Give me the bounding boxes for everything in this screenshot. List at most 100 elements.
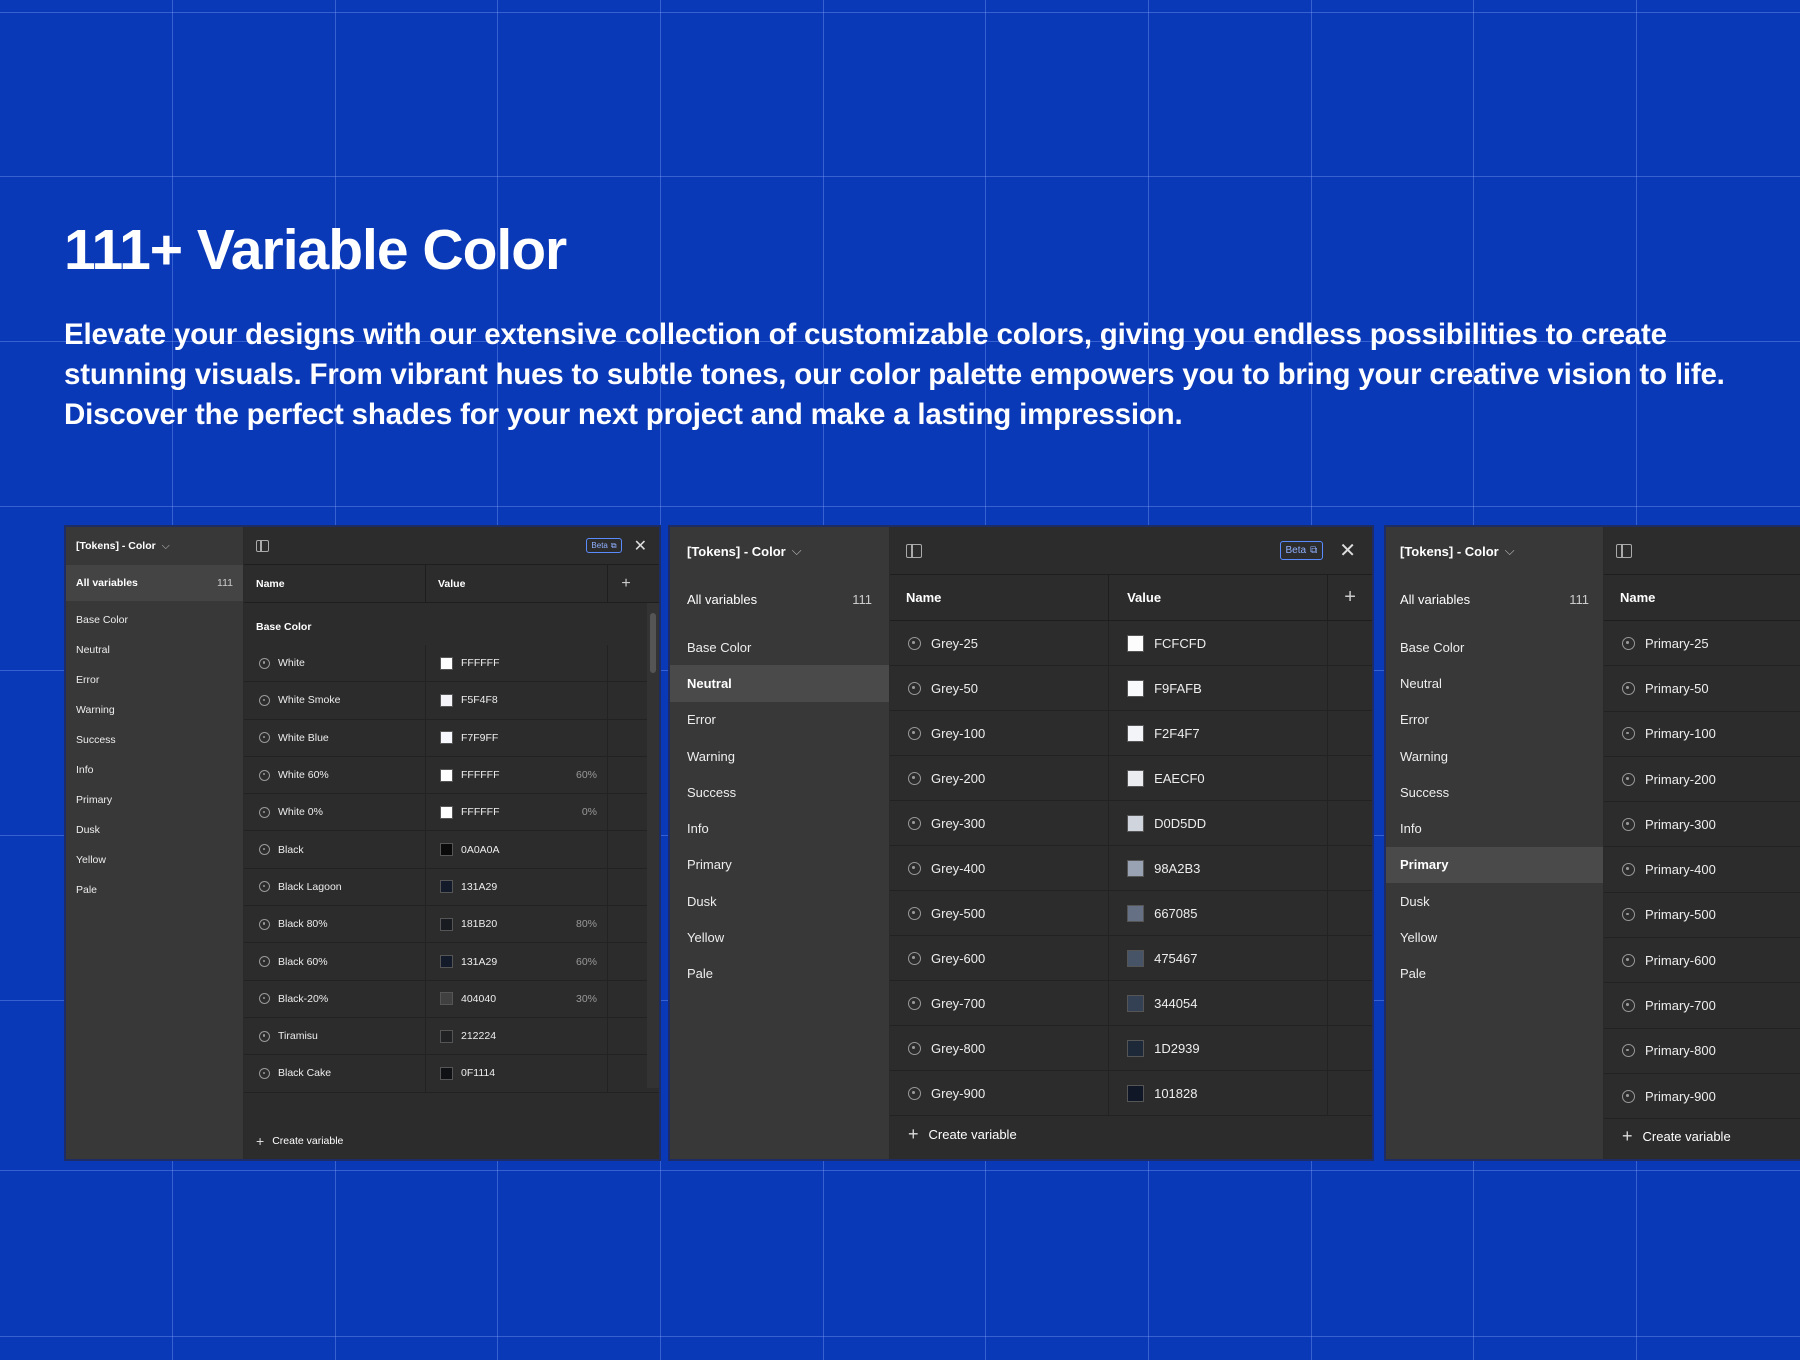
variable-name-cell[interactable]: Black 60% <box>244 943 426 980</box>
variable-row[interactable]: Primary-600 <box>1604 938 1800 984</box>
variable-row[interactable]: Primary-100 <box>1604 712 1800 757</box>
close-icon[interactable]: ✕ <box>1339 538 1356 563</box>
add-mode-button[interactable]: + <box>1328 575 1372 620</box>
variable-value-cell[interactable]: 131A29 <box>426 868 608 906</box>
sidebar-item-group[interactable]: Yellow <box>670 919 889 955</box>
variable-row[interactable]: Grey-100 F2F4F7 <box>890 711 1372 756</box>
create-variable-button[interactable]: + Create variable <box>256 1133 343 1149</box>
variable-name-cell[interactable]: White <box>244 645 426 682</box>
variable-name-cell[interactable]: Grey-700 <box>890 981 1110 1025</box>
variable-row[interactable]: Black Lagoon 131A29 <box>244 868 659 907</box>
variable-name-cell[interactable]: Black <box>244 831 426 868</box>
variable-name-cell[interactable]: White Blue <box>244 719 426 756</box>
add-mode-button[interactable]: + <box>608 565 644 602</box>
create-variable-button[interactable]: + Create variable <box>1622 1126 1731 1147</box>
variable-name-cell[interactable]: Primary-25 <box>1604 621 1800 665</box>
variable-row[interactable]: Grey-25 FCFCFD <box>890 621 1372 666</box>
variable-row[interactable]: Grey-200 EAECF0 <box>890 756 1372 801</box>
sidebar-item-group[interactable]: Info <box>670 810 889 846</box>
variable-name-cell[interactable]: Tiramisu <box>244 1017 426 1055</box>
sidebar-toggle-icon[interactable] <box>906 543 922 558</box>
variable-name-cell[interactable]: Primary-400 <box>1604 847 1800 891</box>
variable-value-cell[interactable]: 131A29 60% <box>426 943 608 980</box>
variable-name-cell[interactable]: Grey-100 <box>890 711 1110 755</box>
variable-name-cell[interactable]: Primary-700 <box>1604 983 1800 1027</box>
sidebar-item-group[interactable]: Error <box>66 665 243 695</box>
sidebar-item-all-variables[interactable]: All variables 111 <box>670 577 889 621</box>
sidebar-item-group[interactable]: Success <box>670 774 889 810</box>
sidebar-item-group[interactable]: Warning <box>1386 738 1603 774</box>
variable-value-cell[interactable]: F9FAFB <box>1109 666 1329 710</box>
variable-value-cell[interactable]: F7F9FF <box>426 719 608 756</box>
sidebar-item-all-variables[interactable]: All variables 111 <box>66 565 243 601</box>
sidebar-item-group[interactable]: Pale <box>66 875 243 905</box>
variable-value-cell[interactable]: 0A0A0A <box>426 831 608 868</box>
variable-name-cell[interactable]: White Smoke <box>244 682 426 719</box>
variable-value-cell[interactable]: 475467 <box>1109 936 1329 980</box>
sidebar-item-group[interactable]: Neutral <box>66 635 243 665</box>
sidebar-item-group[interactable]: Success <box>66 725 243 755</box>
variable-name-cell[interactable]: Primary-300 <box>1604 802 1800 846</box>
variable-value-cell[interactable]: FCFCFD <box>1109 621 1329 665</box>
variable-name-cell[interactable]: Primary-600 <box>1604 938 1800 982</box>
variable-row[interactable]: Black Cake 0F1114 <box>244 1055 659 1093</box>
sidebar-item-group-active[interactable]: Neutral <box>670 665 889 702</box>
variable-row[interactable]: White Blue F7F9FF <box>244 719 659 757</box>
variable-value-cell[interactable]: 344054 <box>1109 981 1329 1025</box>
variable-name-cell[interactable]: Grey-800 <box>890 1026 1110 1070</box>
sidebar-item-group[interactable]: Info <box>1386 810 1603 846</box>
variable-value-cell[interactable]: 0F1114 <box>426 1055 608 1092</box>
sidebar-item-group[interactable]: Dusk <box>1386 883 1603 919</box>
scrollbar[interactable] <box>647 603 659 1088</box>
variable-row[interactable]: White 0% FFFFFF 0% <box>244 794 659 832</box>
sidebar-item-group[interactable]: Primary <box>66 785 243 815</box>
variable-row[interactable]: Primary-700 <box>1604 983 1800 1029</box>
variable-row[interactable]: Grey-900 101828 <box>890 1071 1372 1116</box>
variable-value-cell[interactable]: 1D2939 <box>1109 1026 1329 1070</box>
variable-row[interactable]: Primary-200 <box>1604 757 1800 803</box>
sidebar-item-group[interactable]: Error <box>670 702 889 738</box>
sidebar-toggle-icon[interactable] <box>1616 543 1632 558</box>
variable-row[interactable]: White FFFFFF <box>244 645 659 683</box>
sidebar-item-group[interactable]: Base Color <box>66 605 243 635</box>
variable-name-cell[interactable]: Primary-500 <box>1604 893 1800 937</box>
sidebar-item-group[interactable]: Yellow <box>1386 919 1603 955</box>
variable-name-cell[interactable]: Black Lagoon <box>244 868 426 906</box>
sidebar-item-group[interactable]: Primary <box>670 847 889 883</box>
variable-value-cell[interactable]: D0D5DD <box>1109 801 1329 845</box>
variable-name-cell[interactable]: Primary-100 <box>1604 712 1800 756</box>
collection-selector[interactable]: [Tokens] - Color ⌵ <box>66 527 243 565</box>
sidebar-item-group[interactable]: Warning <box>670 738 889 774</box>
sidebar-item-group[interactable]: Base Color <box>1386 629 1603 665</box>
variable-name-cell[interactable]: Black Cake <box>244 1055 426 1092</box>
scrollbar-thumb[interactable] <box>650 613 656 673</box>
variable-name-cell[interactable]: Grey-300 <box>890 801 1110 845</box>
variable-name-cell[interactable]: Grey-400 <box>890 846 1110 890</box>
variable-value-cell[interactable]: 181B20 80% <box>426 906 608 943</box>
variable-name-cell[interactable]: Primary-800 <box>1604 1029 1800 1073</box>
variable-row[interactable]: Grey-700 344054 <box>890 981 1372 1026</box>
variable-value-cell[interactable]: F2F4F7 <box>1109 711 1329 755</box>
sidebar-item-group[interactable]: Pale <box>670 956 889 992</box>
variable-value-cell[interactable]: FFFFFF 60% <box>426 756 608 794</box>
variable-value-cell[interactable]: EAECF0 <box>1109 756 1329 800</box>
collection-selector[interactable]: [Tokens] - Color ⌵ <box>670 527 889 575</box>
variable-value-cell[interactable]: 212224 <box>426 1017 608 1055</box>
variable-row[interactable]: Tiramisu 212224 <box>244 1017 659 1056</box>
sidebar-item-group[interactable]: Pale <box>1386 956 1603 992</box>
create-variable-button[interactable]: + Create variable <box>908 1124 1017 1145</box>
variable-row[interactable]: Black 0A0A0A <box>244 831 659 869</box>
variable-value-cell[interactable]: 101828 <box>1109 1071 1329 1115</box>
variable-name-cell[interactable]: Grey-500 <box>890 891 1110 935</box>
close-icon[interactable]: ✕ <box>634 536 647 556</box>
variable-row[interactable]: Grey-400 98A2B3 <box>890 846 1372 891</box>
variable-row[interactable]: Black-20% 404040 30% <box>244 980 659 1018</box>
variable-row[interactable]: Primary-900 <box>1604 1074 1800 1120</box>
variable-row[interactable]: Primary-500 <box>1604 893 1800 939</box>
variable-name-cell[interactable]: White 60% <box>244 756 426 794</box>
variable-name-cell[interactable]: Grey-50 <box>890 666 1110 710</box>
variable-name-cell[interactable]: Grey-600 <box>890 936 1110 980</box>
variable-row[interactable]: Black 60% 131A29 60% <box>244 943 659 981</box>
sidebar-item-group[interactable]: Success <box>1386 774 1603 810</box>
beta-badge[interactable]: Beta ⧉ <box>1279 541 1324 560</box>
